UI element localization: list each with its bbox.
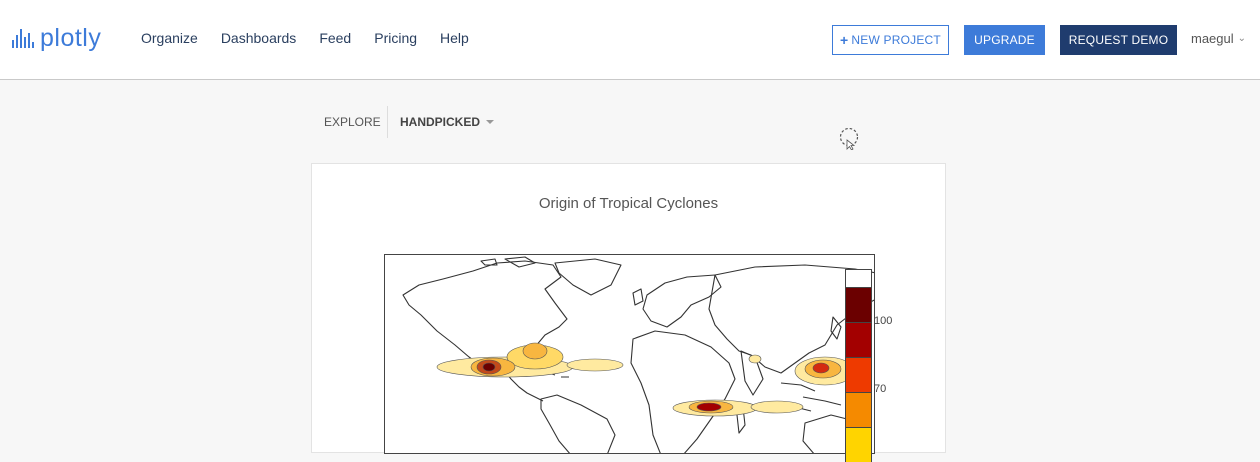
nav-pricing[interactable]: Pricing xyxy=(374,30,417,46)
explore-divider xyxy=(387,106,388,138)
plotly-logo-icon xyxy=(12,26,34,48)
new-project-button[interactable]: + NEW PROJECT xyxy=(832,25,949,55)
handpicked-dropdown[interactable]: HANDPICKED xyxy=(400,115,495,129)
chevron-down-icon: ⌄ xyxy=(1237,33,1247,44)
colorbar-swatch xyxy=(845,392,872,427)
upgrade-button[interactable]: UPGRADE xyxy=(964,25,1045,55)
nav-organize[interactable]: Organize xyxy=(141,30,198,46)
colorbar-swatch xyxy=(845,287,872,322)
plus-icon: + xyxy=(840,32,849,48)
coastline-south-america xyxy=(540,394,616,453)
colorbar xyxy=(845,269,872,462)
colorbar-swatch xyxy=(845,322,872,357)
colorbar-tick-label: 70 xyxy=(874,383,887,395)
user-menu[interactable]: maegul ⌄ xyxy=(1191,31,1246,46)
chart-title: Origin of Tropical Cyclones xyxy=(538,195,719,212)
coastline-africa xyxy=(630,330,736,453)
coastline-britain xyxy=(632,288,644,306)
loading-cursor-icon xyxy=(839,128,859,150)
new-project-label: NEW PROJECT xyxy=(851,33,941,47)
username: maegul xyxy=(1191,31,1234,46)
coastline-europe xyxy=(642,274,722,328)
plotly-logo[interactable]: plotly xyxy=(12,24,101,52)
chart-card[interactable]: Origin of Tropical Cyclones 100 70 xyxy=(311,163,946,462)
coastline-japan xyxy=(830,316,842,340)
caret-down-icon xyxy=(486,120,495,124)
coastline-greenland xyxy=(554,258,622,296)
colorbar-swatch xyxy=(845,427,872,462)
request-demo-button[interactable]: REQUEST DEMO xyxy=(1060,25,1177,55)
colorbar-swatch xyxy=(845,357,872,392)
nav-feed[interactable]: Feed xyxy=(319,30,351,46)
cyclone-heatmap[interactable] xyxy=(384,254,875,454)
colorbar-tick-label: 100 xyxy=(874,315,893,327)
nav-dashboards[interactable]: Dashboards xyxy=(221,30,297,46)
explore-tab[interactable]: EXPLORE xyxy=(324,115,381,129)
world-map xyxy=(402,256,874,453)
main-nav: Organize Dashboards Feed Pricing Help xyxy=(141,30,492,46)
brand-name: plotly xyxy=(40,24,102,52)
cyclone-density-contours xyxy=(436,342,856,417)
nav-help[interactable]: Help xyxy=(440,30,469,46)
handpicked-label: HANDPICKED xyxy=(400,115,481,129)
colorbar-swatch xyxy=(845,269,872,287)
top-navigation-bar: plotly Organize Dashboards Feed Pricing … xyxy=(0,0,1260,80)
